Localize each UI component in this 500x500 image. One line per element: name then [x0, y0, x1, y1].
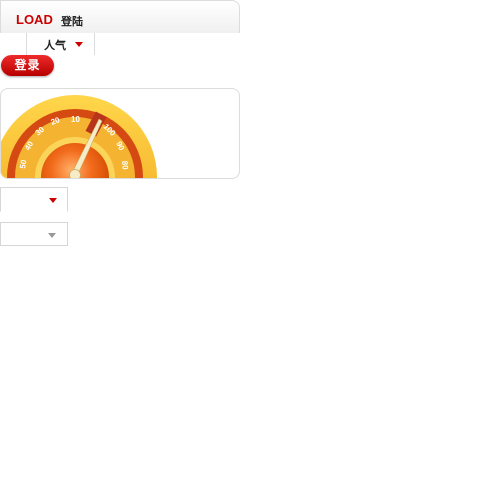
speedometer-gauge-icon: 10 20 30 40 50 100 90 80	[1, 95, 203, 178]
login-title: 登陆	[61, 15, 83, 28]
popularity-filter-label: 人气	[44, 39, 66, 52]
select-dropdown-2[interactable]	[0, 222, 68, 246]
chevron-down-icon	[48, 233, 56, 238]
select-dropdown-1[interactable]	[0, 187, 68, 212]
chevron-down-icon	[49, 198, 57, 203]
tick-label: 80	[120, 160, 130, 170]
popularity-filter[interactable]: 人气	[26, 33, 95, 55]
load-gauge-card: 10 20 30 40 50 100 90 80	[0, 88, 240, 179]
brand-label: LOAD	[16, 12, 53, 27]
chevron-down-icon	[75, 42, 83, 47]
header-tab: LOAD 登陆	[0, 0, 240, 33]
login-button[interactable]: 登录	[1, 55, 54, 76]
tick-label: 10	[71, 115, 80, 124]
